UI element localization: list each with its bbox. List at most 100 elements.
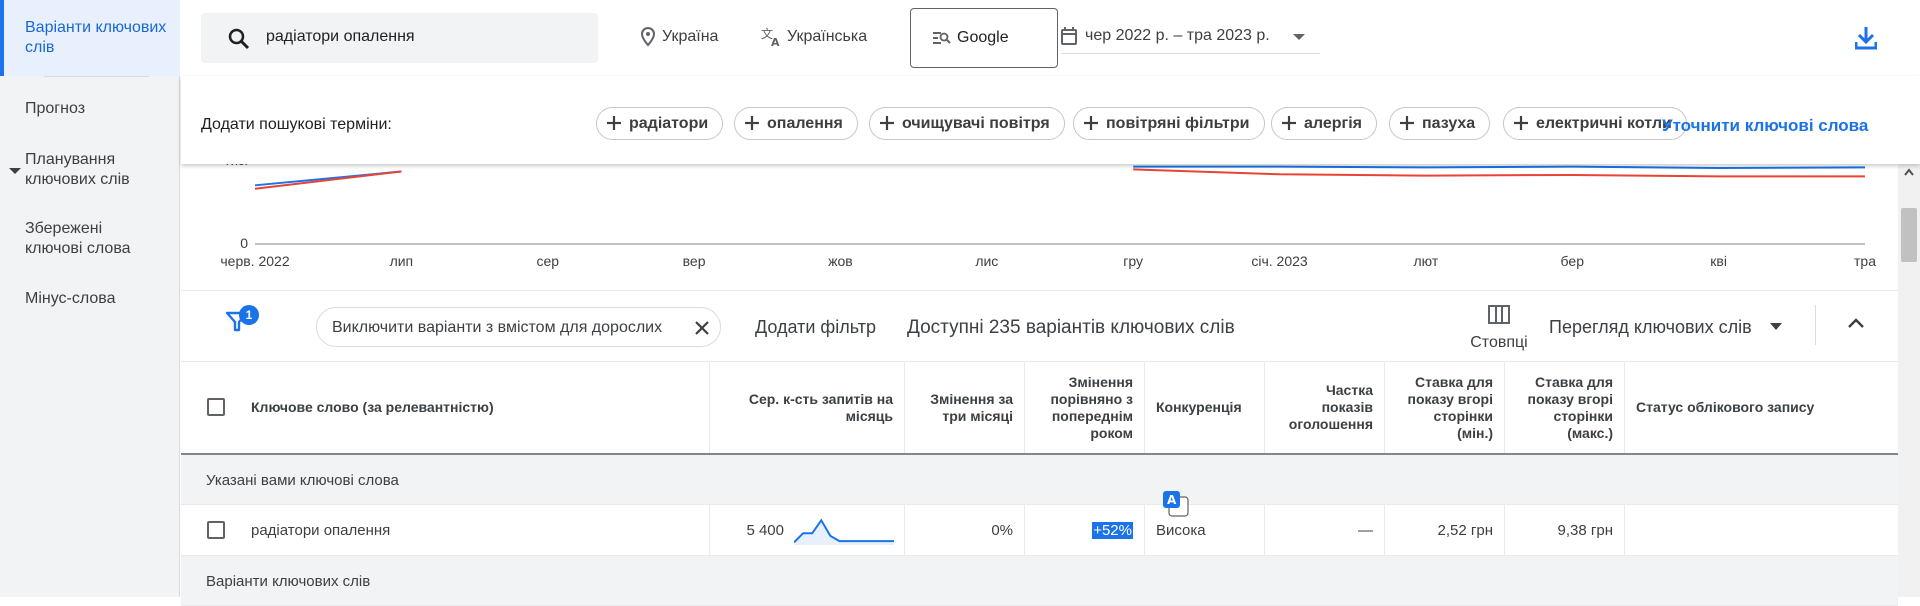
scroll-up-icon[interactable] — [1904, 168, 1914, 176]
competition-value: Висока — [1156, 522, 1206, 539]
plus-icon — [607, 116, 621, 130]
column-header-bid-high[interactable]: Ставка для показу вгорі сторінки (макс.) — [1505, 362, 1625, 453]
sidebar-item-keyword-planning[interactable]: Планування ключових слів — [0, 150, 180, 190]
translate-icon: 文 A — [761, 27, 780, 47]
plus-icon — [1282, 116, 1296, 130]
select-all-checkbox[interactable] — [207, 398, 225, 416]
term-chip[interactable]: алергія — [1271, 107, 1377, 140]
header-label: Ставка для показу вгорі сторінки (макс.) — [1527, 373, 1613, 441]
columns-label: Стовпці — [1470, 334, 1528, 351]
chevron-down-icon[interactable] — [1770, 323, 1782, 330]
network-selector[interactable]: Google — [910, 8, 1058, 68]
yoy-change-cell: +52% — [1025, 505, 1145, 556]
columns-icon — [1488, 305, 1510, 324]
y-tick-label: 0 — [240, 235, 248, 251]
column-header-competition[interactable]: Конкуренція — [1145, 362, 1265, 453]
sidebar-item-negative-keywords[interactable]: Мінус-слова — [0, 289, 180, 309]
term-chip[interactable]: електричні котли — [1503, 107, 1687, 140]
term-chip[interactable]: пазуха — [1389, 107, 1491, 140]
column-header-yoy-change[interactable]: Змінення порівняно з попереднім роком — [1025, 362, 1145, 453]
group-row-ideas: Варіанти ключових слів — [181, 556, 1898, 606]
location-selector[interactable]: Україна — [662, 28, 718, 46]
keyword-cell: радіатори опалення — [240, 505, 710, 556]
svg-text:A: A — [771, 36, 780, 47]
download-icon[interactable] — [1855, 26, 1877, 50]
column-header-keyword[interactable]: Ключове слово (за релевантністю) — [240, 362, 710, 453]
row-checkbox[interactable] — [207, 521, 225, 539]
header-label: Статус облікового запису — [1636, 399, 1815, 415]
header-label: Сер. к-сть запитів на місяць — [748, 390, 893, 424]
add-filter-button[interactable]: Додати фільтр — [755, 317, 876, 338]
keyword-text: радіатори опалення — [251, 522, 391, 539]
group-label: Варіанти ключових слів — [206, 573, 371, 590]
add-search-terms-bar: Додати пошукові терміни: радіатори опален… — [181, 76, 1920, 164]
header-label: Ставка для показу вгорі сторінки (мін.) — [1407, 373, 1493, 441]
header-label: Змінення за три місяці — [930, 390, 1013, 424]
keyword-view-selector[interactable]: Перегляд ключових слів — [1549, 317, 1752, 338]
group-row-provided: Указані вами ключові слова — [181, 455, 1898, 505]
header-label: Частка показів оголошення — [1288, 382, 1373, 432]
account-status-cell — [1625, 505, 1898, 556]
three-month-change-cell: 0% — [905, 505, 1025, 556]
term-chip-label: опалення — [767, 115, 843, 132]
chevron-up-icon[interactable] — [1847, 317, 1865, 329]
yoy-change-value: +52% — [1092, 522, 1133, 539]
term-chip[interactable]: радіатори — [596, 107, 724, 140]
search-input[interactable]: радіатори опалення — [201, 13, 598, 63]
date-range-selector[interactable]: чер 2022 р. – тра 2023 р. — [1061, 18, 1320, 54]
top-bar: радіатори опалення Україна 文 A Українськ… — [181, 0, 1920, 76]
column-header-bid-low[interactable]: Ставка для показу вгорі сторінки (мін.) — [1385, 362, 1505, 453]
sidebar-item-label: Мінус-слова — [25, 290, 116, 307]
column-header-avg-searches[interactable]: Сер. к-сть запитів на місяць — [710, 362, 905, 453]
search-value: радіатори опалення — [266, 28, 415, 45]
y-tick-label: Тис. — [223, 164, 248, 168]
columns-button[interactable]: Стовпці — [1459, 305, 1539, 355]
x-tick-label: сер — [536, 253, 559, 269]
plus-icon — [1514, 116, 1528, 130]
x-tick-label: кві — [1710, 253, 1727, 269]
x-tick-label: жов — [828, 253, 853, 269]
column-header-account-status[interactable]: Статус облікового запису — [1625, 362, 1898, 453]
adult-content-filter-chip[interactable]: Виключити варіанти з вмістом для доросли… — [316, 307, 721, 347]
divider — [1815, 305, 1816, 345]
bid-low-cell: 2,52 грн — [1385, 505, 1505, 556]
sidebar-item-saved-keywords[interactable]: Збережені ключові слова — [0, 219, 180, 259]
column-header-three-month-change[interactable]: Змінення за три місяці — [905, 362, 1025, 453]
filter-count-badge: 1 — [239, 305, 259, 325]
calendar-icon — [1061, 27, 1077, 45]
refine-keywords-link[interactable]: Уточнити ключові слова — [1662, 116, 1868, 136]
filter-chip-label: Виключити варіанти з вмістом для доросли… — [332, 319, 663, 336]
sidebar-item-label: Збережені ключові слова — [25, 220, 131, 257]
avg-searches-cell: 5 400 — [710, 505, 905, 556]
term-chip-label: радіатори — [629, 115, 709, 132]
sidebar-divider — [44, 76, 149, 77]
x-tick-label: черв. 2022 — [220, 253, 289, 269]
translate-overlay-icon[interactable]: A — [1162, 489, 1190, 519]
group-label: Указані вами ключові слова — [206, 472, 399, 489]
available-keywords-count: Доступні 235 варіантів ключових слів — [907, 317, 1235, 338]
close-icon[interactable] — [695, 321, 709, 335]
sidebar-item-forecast[interactable]: Прогноз — [0, 99, 180, 119]
scrollbar-thumb[interactable] — [1901, 208, 1917, 262]
language-selector[interactable]: Українська — [787, 28, 867, 46]
page-scrollbar[interactable] — [1898, 164, 1920, 597]
sidebar-item-label: Прогноз — [25, 100, 86, 117]
table-row[interactable]: радіатори опалення 5 400 0% +52% Висока … — [181, 505, 1898, 556]
impression-share-value: — — [1358, 522, 1373, 539]
search-icon — [228, 28, 250, 50]
keyword-table: Ключове слово (за релевантністю) Сер. к-… — [181, 362, 1898, 606]
plus-icon — [880, 116, 894, 130]
term-chip-label: повітряні фільтри — [1106, 115, 1250, 132]
header-label: Змінення порівняно з попереднім роком — [1050, 373, 1133, 441]
column-header-impression-share[interactable]: Частка показів оголошення — [1265, 362, 1385, 453]
term-chip[interactable]: очищувачі повітря — [869, 107, 1065, 140]
add-terms-label: Додати пошукові терміни: — [201, 116, 392, 133]
series-line-1 — [254, 170, 402, 190]
sidebar-item-keyword-ideas[interactable]: Варіанти ключових слів — [0, 0, 180, 76]
avg-searches-value: 5 400 — [746, 522, 784, 539]
term-chip[interactable]: опалення — [734, 107, 858, 140]
term-chip[interactable]: повітряні фільтри — [1073, 107, 1265, 140]
x-tick-label: вер — [683, 253, 706, 269]
network-label: Google — [957, 29, 1009, 46]
x-tick-label: лют — [1414, 253, 1439, 269]
